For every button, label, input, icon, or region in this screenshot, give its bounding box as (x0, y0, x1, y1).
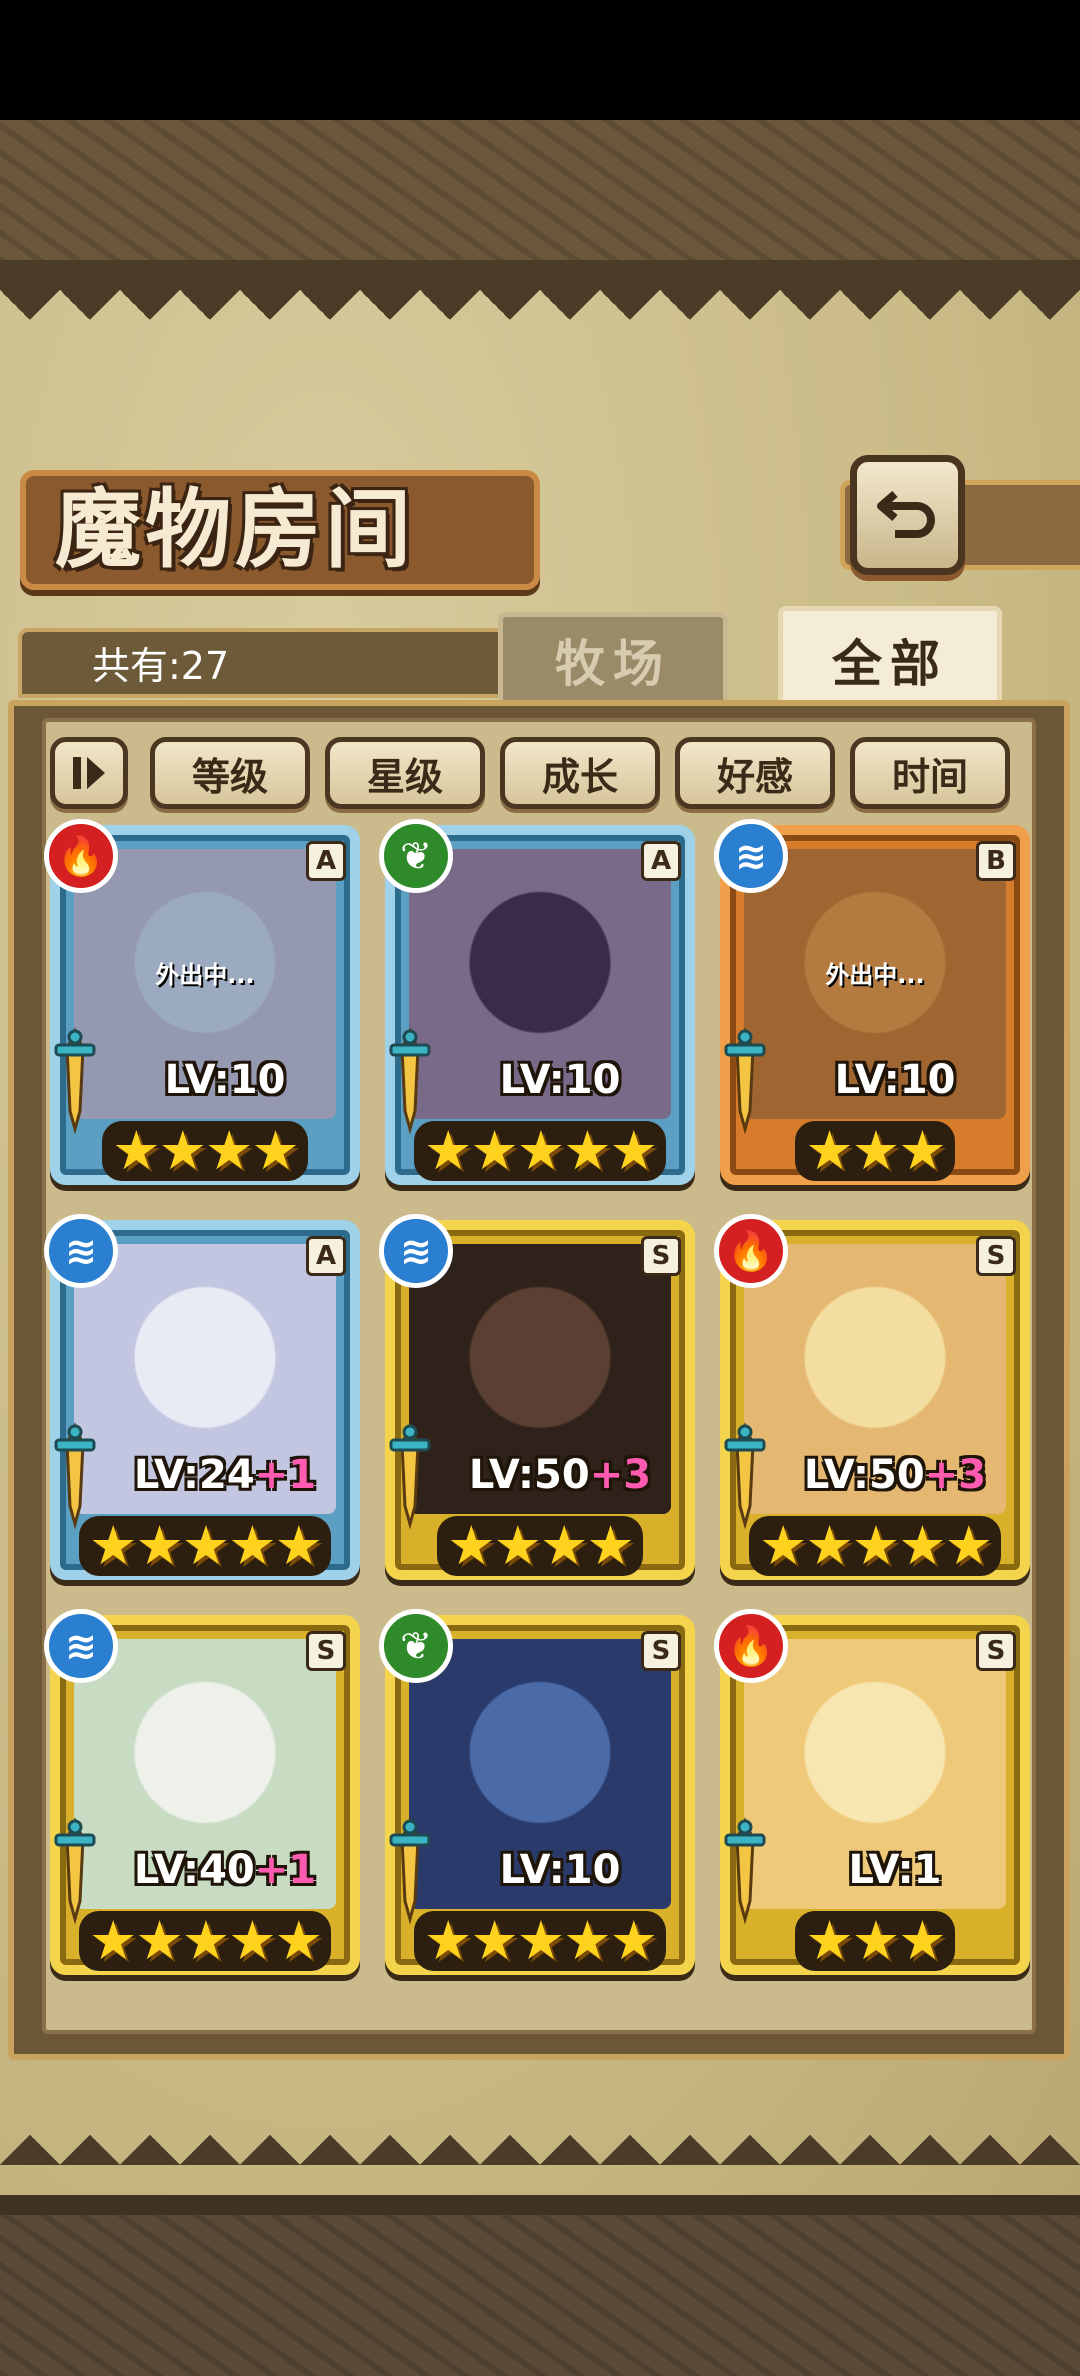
level-value: LV:10 (834, 1057, 956, 1103)
page-title: 魔物房间 (55, 479, 415, 580)
level-label: LV:10 (770, 1057, 1020, 1103)
rank-badge: A (641, 841, 681, 881)
map-background-bottom (0, 2195, 1080, 2376)
star-icons: ★★★ (795, 1121, 955, 1181)
star-rating: ★★★★★ (720, 1516, 1030, 1576)
star-rating: ★★★★★ (385, 1121, 695, 1181)
monster-card[interactable]: ❦ A LV:10 ★★★★★ (379, 819, 695, 1185)
level-label: LV:50+3 (435, 1452, 685, 1498)
sort-by-time-button[interactable]: 时间 (850, 737, 1010, 809)
sort-by-growth-button[interactable]: 成长 (500, 737, 660, 809)
star-rating: ★★★ (720, 1911, 1030, 1971)
sword-icon (724, 1817, 766, 1925)
map-background-top (0, 120, 1080, 290)
star-rating: ★★★ (720, 1121, 1030, 1181)
monster-card[interactable]: ≋ S LV:40+1 ★★★★★ (44, 1609, 360, 1975)
tab-ranch[interactable]: 牧场 (498, 612, 728, 708)
level-label: LV:10 (435, 1847, 685, 1893)
star-rating: ★★★★★ (50, 1516, 360, 1576)
rank-badge: A (306, 841, 346, 881)
star-icons: ★★★★★ (413, 1121, 667, 1181)
away-status: 外出中... (155, 961, 255, 989)
level-bonus: +1 (254, 1847, 317, 1893)
level-value: LV:50 (468, 1452, 590, 1498)
monster-card[interactable]: ≋ S LV:50+3 ★★★★ (379, 1214, 695, 1580)
star-rating: ★★★★★ (385, 1911, 695, 1971)
level-value: LV:10 (164, 1057, 286, 1103)
level-value: LV:50 (803, 1452, 925, 1498)
monster-count: 共有:27 (92, 644, 230, 688)
fire-element-icon: 🔥 (44, 819, 118, 893)
level-bonus: +3 (589, 1452, 652, 1498)
monster-card[interactable]: ≋ A LV:24+1 ★★★★★ (44, 1214, 360, 1580)
level-label: LV:1 (770, 1847, 1020, 1893)
return-arrow-icon (876, 490, 935, 538)
level-value: LV:10 (499, 1847, 621, 1893)
rank-badge: S (976, 1631, 1016, 1671)
sort-by-level-button[interactable]: 等级 (150, 737, 310, 809)
level-label: LV:24+1 (100, 1452, 350, 1498)
sort-order-icon (73, 757, 105, 789)
monster-card[interactable]: 🔥 S LV:1 ★★★ (714, 1609, 1030, 1975)
away-status: 外出中... (825, 961, 925, 989)
monster-card[interactable]: 外出中... 🔥 A LV:10 ★★★★ (44, 819, 360, 1185)
level-label: LV:40+1 (100, 1847, 350, 1893)
leaf-element-icon: ❦ (379, 819, 453, 893)
level-label: LV:10 (435, 1057, 685, 1103)
water-element-icon: ≋ (379, 1214, 453, 1288)
rank-badge: S (641, 1236, 681, 1276)
leaf-element-icon: ❦ (379, 1609, 453, 1683)
rank-badge: S (976, 1236, 1016, 1276)
monster-card[interactable]: 外出中... ≋ B LV:10 ★★★ (714, 819, 1030, 1185)
star-icons: ★★★ (795, 1911, 955, 1971)
star-icons: ★★★★ (437, 1516, 643, 1576)
water-element-icon: ≋ (44, 1609, 118, 1683)
level-bonus: +1 (254, 1452, 317, 1498)
star-icons: ★★★★★ (78, 1911, 332, 1971)
star-icons: ★★★★★ (78, 1516, 332, 1576)
star-icons: ★★★★ (102, 1121, 308, 1181)
level-value: LV:24 (133, 1452, 255, 1498)
sword-icon (54, 1027, 96, 1135)
rank-badge: A (306, 1236, 346, 1276)
torn-edge-bottom (0, 2105, 1080, 2165)
back-button[interactable] (850, 455, 965, 575)
level-label: LV:10 (100, 1057, 350, 1103)
tab-all[interactable]: 全部 (778, 606, 1002, 714)
water-element-icon: ≋ (44, 1214, 118, 1288)
torn-edge-top (0, 290, 1080, 350)
sword-icon (724, 1027, 766, 1135)
star-icons: ★★★★★ (748, 1516, 1002, 1576)
water-element-icon: ≋ (714, 819, 788, 893)
status-bar (0, 0, 1080, 120)
sort-by-affection-button[interactable]: 好感 (675, 737, 835, 809)
sword-icon (389, 1422, 431, 1530)
rank-badge: S (641, 1631, 681, 1671)
fire-element-icon: 🔥 (714, 1214, 788, 1288)
rank-badge: S (306, 1631, 346, 1671)
rank-badge: B (976, 841, 1016, 881)
star-rating: ★★★★★ (50, 1911, 360, 1971)
sort-order-toggle[interactable] (50, 737, 128, 809)
level-value: LV:40 (133, 1847, 255, 1893)
monster-card[interactable]: ❦ S LV:10 ★★★★★ (379, 1609, 695, 1975)
level-label: LV:50+3 (770, 1452, 1020, 1498)
level-bonus: +3 (924, 1452, 987, 1498)
monster-card[interactable]: 🔥 S LV:50+3 ★★★★★ (714, 1214, 1030, 1580)
sort-by-stars-button[interactable]: 星级 (325, 737, 485, 809)
star-rating: ★★★★ (385, 1516, 695, 1576)
fire-element-icon: 🔥 (714, 1609, 788, 1683)
star-rating: ★★★★ (50, 1121, 360, 1181)
level-value: LV:1 (848, 1847, 942, 1893)
level-value: LV:10 (499, 1057, 621, 1103)
star-icons: ★★★★★ (413, 1911, 667, 1971)
